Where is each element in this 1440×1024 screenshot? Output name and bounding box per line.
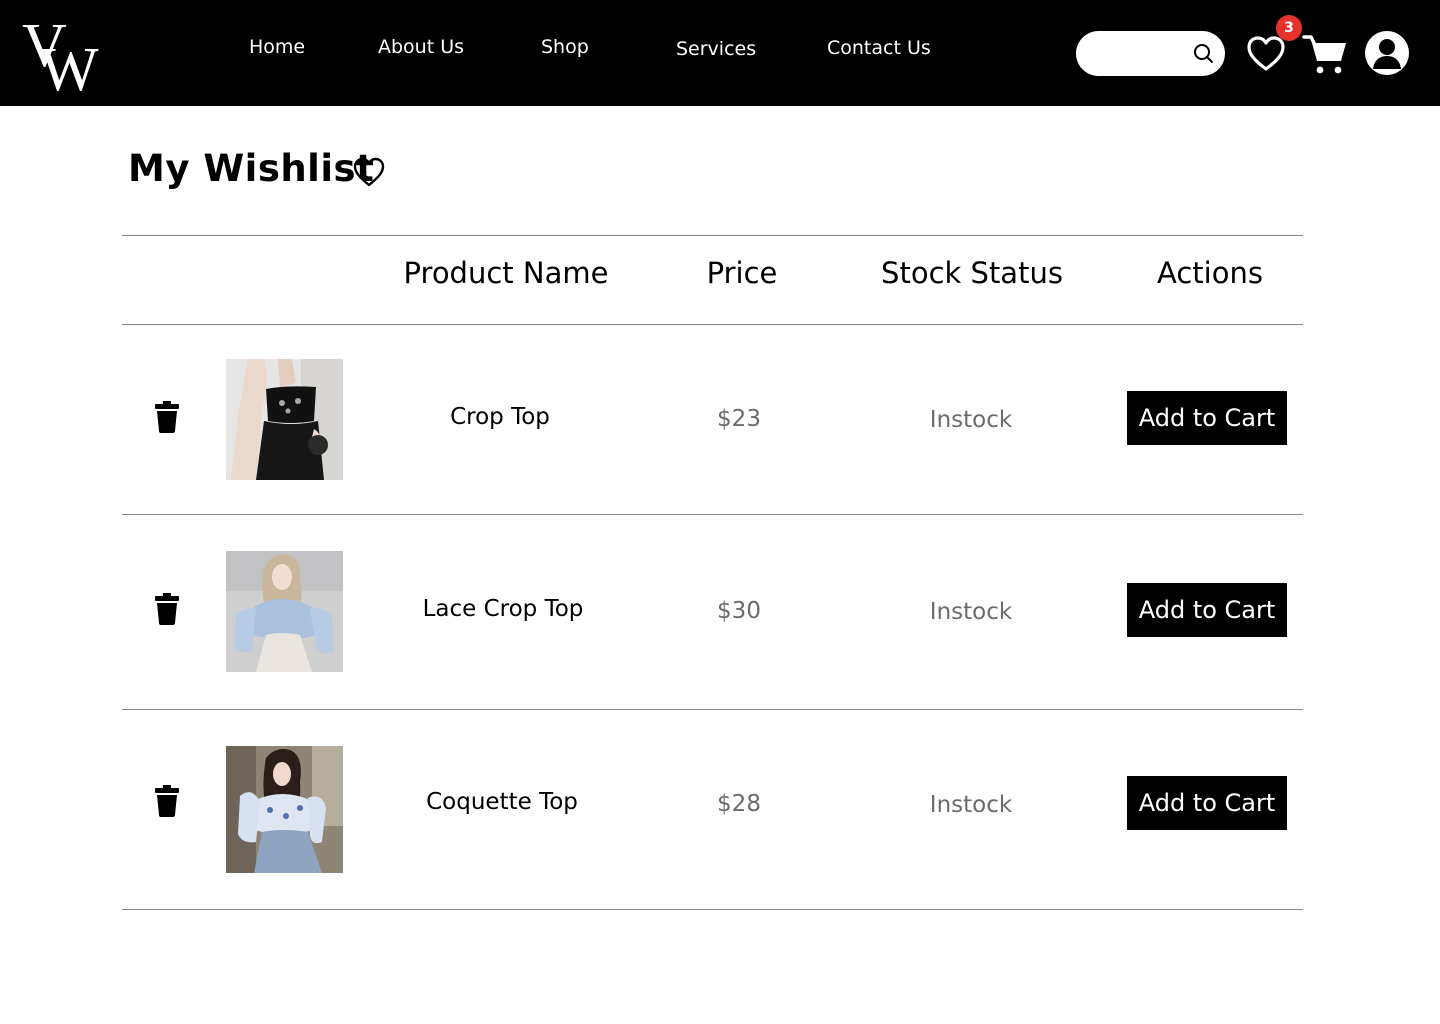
search-input[interactable] [1090,39,1190,68]
product-image[interactable] [226,746,343,873]
header-price: Price [706,256,778,290]
table-header-divider [122,324,1303,325]
header-stock-status: Stock Status [881,256,1063,290]
product-image[interactable] [226,359,343,480]
row-divider [122,709,1303,710]
user-avatar-icon[interactable] [1365,31,1409,75]
nav-about-us[interactable]: About Us [378,36,464,58]
product-name[interactable]: Coquette Top [426,789,578,815]
svg-text:W: W [40,36,99,92]
stock-status: Instock [929,599,1013,625]
stock-status: Instock [929,407,1013,433]
product-name[interactable]: Crop Top [450,404,550,430]
product-price: $28 [717,791,761,817]
page-title: My Wishlist [128,147,375,190]
header-actions: Actions [1157,256,1263,290]
heart-outline-icon [353,157,385,187]
top-navbar: V W Home About Us Shop Services Contact … [0,0,1440,106]
trash-icon[interactable] [153,593,181,625]
nav-contact-us[interactable]: Contact Us [827,37,931,59]
cart-icon[interactable] [1302,33,1348,75]
header-product-name: Product Name [403,256,609,290]
nav-shop[interactable]: Shop [541,36,589,58]
table-bottom-divider [122,909,1303,910]
heart-icon[interactable] [1246,35,1286,73]
product-name[interactable]: Lace Crop Top [423,596,584,622]
trash-icon[interactable] [153,401,181,433]
vw-monogram-logo[interactable]: V W [22,16,104,92]
product-price: $30 [717,598,761,624]
row-divider [122,514,1303,515]
add-to-cart-button[interactable]: Add to Cart [1127,391,1287,445]
trash-icon[interactable] [153,785,181,817]
add-to-cart-button[interactable]: Add to Cart [1127,583,1287,637]
wishlist-count-badge: 3 [1276,15,1302,41]
table-top-divider [122,235,1303,236]
stock-status: Instock [929,792,1013,818]
product-price: $23 [717,406,761,432]
add-to-cart-button[interactable]: Add to Cart [1127,776,1287,830]
search-icon[interactable] [1191,41,1215,65]
nav-services[interactable]: Services [676,38,756,60]
nav-home[interactable]: Home [249,36,305,58]
product-image[interactable] [226,551,343,672]
